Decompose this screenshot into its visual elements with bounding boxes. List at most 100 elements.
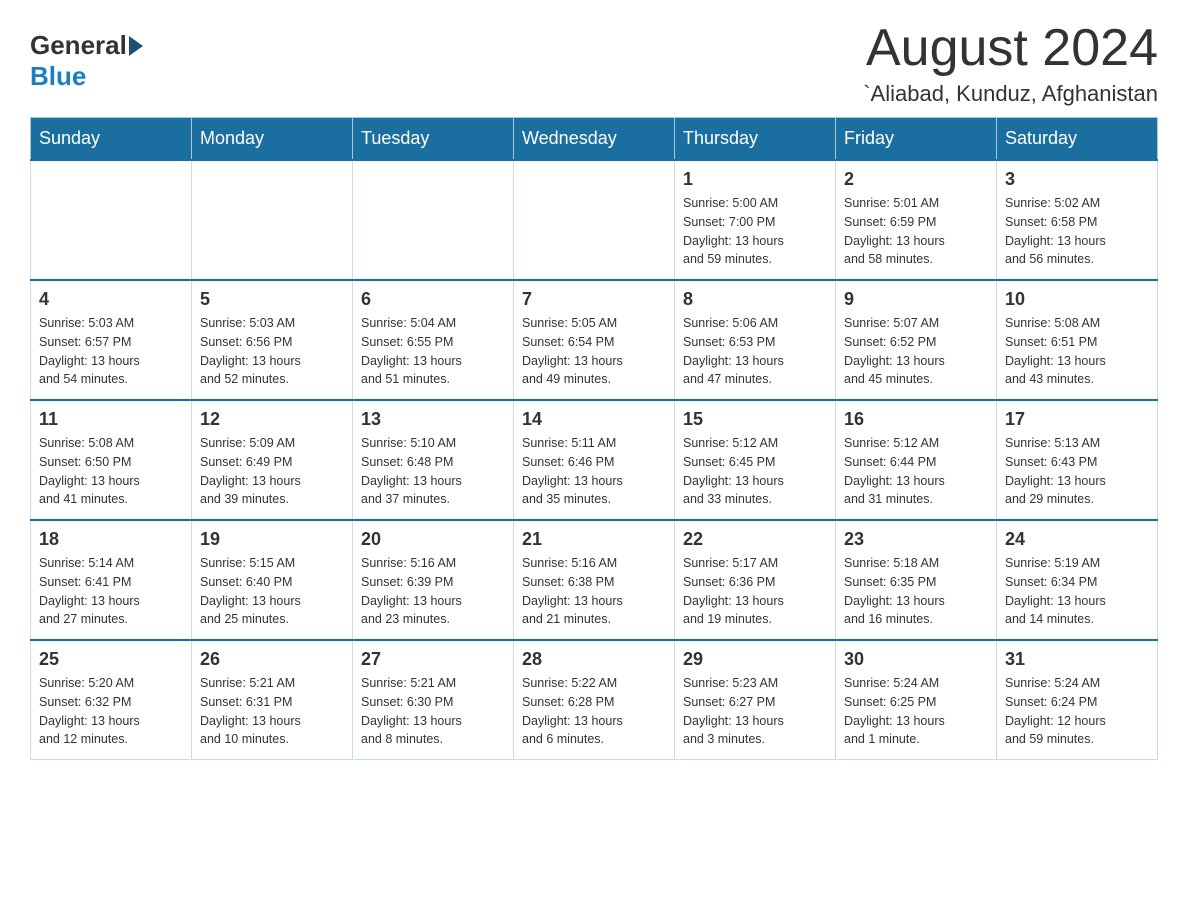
calendar-cell: 8 Sunrise: 5:06 AM Sunset: 6:53 PM Daylig… — [675, 280, 836, 400]
day-number: 31 — [1005, 649, 1149, 670]
day-info: Sunrise: 5:05 AM Sunset: 6:54 PM Dayligh… — [522, 314, 666, 389]
day-number: 9 — [844, 289, 988, 310]
column-header-monday: Monday — [192, 118, 353, 161]
calendar-cell: 6 Sunrise: 5:04 AM Sunset: 6:55 PM Daylig… — [353, 280, 514, 400]
day-number: 22 — [683, 529, 827, 550]
day-number: 3 — [1005, 169, 1149, 190]
day-info: Sunrise: 5:10 AM Sunset: 6:48 PM Dayligh… — [361, 434, 505, 509]
day-info: Sunrise: 5:19 AM Sunset: 6:34 PM Dayligh… — [1005, 554, 1149, 629]
calendar-cell: 26 Sunrise: 5:21 AM Sunset: 6:31 PM Dayli… — [192, 640, 353, 760]
calendar-cell: 29 Sunrise: 5:23 AM Sunset: 6:27 PM Dayli… — [675, 640, 836, 760]
calendar-cell: 27 Sunrise: 5:21 AM Sunset: 6:30 PM Dayli… — [353, 640, 514, 760]
day-number: 25 — [39, 649, 183, 670]
calendar-cell: 3 Sunrise: 5:02 AM Sunset: 6:58 PM Daylig… — [997, 160, 1158, 280]
logo-general-text: General — [30, 30, 127, 61]
day-info: Sunrise: 5:07 AM Sunset: 6:52 PM Dayligh… — [844, 314, 988, 389]
day-info: Sunrise: 5:00 AM Sunset: 7:00 PM Dayligh… — [683, 194, 827, 269]
day-number: 18 — [39, 529, 183, 550]
day-number: 23 — [844, 529, 988, 550]
logo-arrow-icon — [129, 36, 143, 56]
day-info: Sunrise: 5:16 AM Sunset: 6:38 PM Dayligh… — [522, 554, 666, 629]
page-header: General Blue August 2024 `Aliabad, Kundu… — [30, 20, 1158, 107]
day-info: Sunrise: 5:03 AM Sunset: 6:56 PM Dayligh… — [200, 314, 344, 389]
calendar-cell: 30 Sunrise: 5:24 AM Sunset: 6:25 PM Dayli… — [836, 640, 997, 760]
column-header-saturday: Saturday — [997, 118, 1158, 161]
calendar-cell: 1 Sunrise: 5:00 AM Sunset: 7:00 PM Daylig… — [675, 160, 836, 280]
day-info: Sunrise: 5:03 AM Sunset: 6:57 PM Dayligh… — [39, 314, 183, 389]
calendar-cell — [31, 160, 192, 280]
day-number: 5 — [200, 289, 344, 310]
day-info: Sunrise: 5:22 AM Sunset: 6:28 PM Dayligh… — [522, 674, 666, 749]
location-title: `Aliabad, Kunduz, Afghanistan — [863, 81, 1158, 107]
day-number: 20 — [361, 529, 505, 550]
column-header-tuesday: Tuesday — [353, 118, 514, 161]
calendar-week-row: 11 Sunrise: 5:08 AM Sunset: 6:50 PM Dayli… — [31, 400, 1158, 520]
day-info: Sunrise: 5:24 AM Sunset: 6:25 PM Dayligh… — [844, 674, 988, 749]
calendar-header-row: SundayMondayTuesdayWednesdayThursdayFrid… — [31, 118, 1158, 161]
day-number: 24 — [1005, 529, 1149, 550]
column-header-wednesday: Wednesday — [514, 118, 675, 161]
day-info: Sunrise: 5:12 AM Sunset: 6:44 PM Dayligh… — [844, 434, 988, 509]
calendar-cell: 24 Sunrise: 5:19 AM Sunset: 6:34 PM Dayli… — [997, 520, 1158, 640]
day-info: Sunrise: 5:24 AM Sunset: 6:24 PM Dayligh… — [1005, 674, 1149, 749]
logo-blue-text: Blue — [30, 61, 143, 92]
calendar-week-row: 18 Sunrise: 5:14 AM Sunset: 6:41 PM Dayli… — [31, 520, 1158, 640]
day-info: Sunrise: 5:04 AM Sunset: 6:55 PM Dayligh… — [361, 314, 505, 389]
day-info: Sunrise: 5:08 AM Sunset: 6:51 PM Dayligh… — [1005, 314, 1149, 389]
calendar-cell: 15 Sunrise: 5:12 AM Sunset: 6:45 PM Dayli… — [675, 400, 836, 520]
calendar-week-row: 4Sunrise: 5:03 AM Sunset: 6:57 PM Daylig… — [31, 280, 1158, 400]
day-number: 30 — [844, 649, 988, 670]
day-number: 15 — [683, 409, 827, 430]
day-info: Sunrise: 5:11 AM Sunset: 6:46 PM Dayligh… — [522, 434, 666, 509]
day-info: Sunrise: 5:15 AM Sunset: 6:40 PM Dayligh… — [200, 554, 344, 629]
calendar-cell — [514, 160, 675, 280]
column-header-sunday: Sunday — [31, 118, 192, 161]
day-number: 29 — [683, 649, 827, 670]
column-header-friday: Friday — [836, 118, 997, 161]
calendar-cell: 13Sunrise: 5:10 AM Sunset: 6:48 PM Dayli… — [353, 400, 514, 520]
day-info: Sunrise: 5:06 AM Sunset: 6:53 PM Dayligh… — [683, 314, 827, 389]
calendar-cell: 18 Sunrise: 5:14 AM Sunset: 6:41 PM Dayli… — [31, 520, 192, 640]
day-info: Sunrise: 5:09 AM Sunset: 6:49 PM Dayligh… — [200, 434, 344, 509]
day-number: 2 — [844, 169, 988, 190]
day-info: Sunrise: 5:21 AM Sunset: 6:30 PM Dayligh… — [361, 674, 505, 749]
day-number: 8 — [683, 289, 827, 310]
day-number: 6 — [361, 289, 505, 310]
day-number: 7 — [522, 289, 666, 310]
day-number: 12 — [200, 409, 344, 430]
day-info: Sunrise: 5:18 AM Sunset: 6:35 PM Dayligh… — [844, 554, 988, 629]
calendar-cell: 23 Sunrise: 5:18 AM Sunset: 6:35 PM Dayli… — [836, 520, 997, 640]
calendar-cell: 16Sunrise: 5:12 AM Sunset: 6:44 PM Dayli… — [836, 400, 997, 520]
day-info: Sunrise: 5:21 AM Sunset: 6:31 PM Dayligh… — [200, 674, 344, 749]
day-info: Sunrise: 5:08 AM Sunset: 6:50 PM Dayligh… — [39, 434, 183, 509]
day-number: 27 — [361, 649, 505, 670]
day-info: Sunrise: 5:16 AM Sunset: 6:39 PM Dayligh… — [361, 554, 505, 629]
day-number: 28 — [522, 649, 666, 670]
day-number: 14 — [522, 409, 666, 430]
day-info: Sunrise: 5:12 AM Sunset: 6:45 PM Dayligh… — [683, 434, 827, 509]
day-info: Sunrise: 5:20 AM Sunset: 6:32 PM Dayligh… — [39, 674, 183, 749]
calendar-cell: 12 Sunrise: 5:09 AM Sunset: 6:49 PM Dayli… — [192, 400, 353, 520]
day-number: 21 — [522, 529, 666, 550]
day-info: Sunrise: 5:02 AM Sunset: 6:58 PM Dayligh… — [1005, 194, 1149, 269]
calendar-cell: 31 Sunrise: 5:24 AM Sunset: 6:24 PM Dayli… — [997, 640, 1158, 760]
calendar-cell: 5 Sunrise: 5:03 AM Sunset: 6:56 PM Daylig… — [192, 280, 353, 400]
day-info: Sunrise: 5:23 AM Sunset: 6:27 PM Dayligh… — [683, 674, 827, 749]
calendar-cell: 20 Sunrise: 5:16 AM Sunset: 6:39 PM Dayli… — [353, 520, 514, 640]
calendar-cell: 21 Sunrise: 5:16 AM Sunset: 6:38 PM Dayli… — [514, 520, 675, 640]
day-info: Sunrise: 5:01 AM Sunset: 6:59 PM Dayligh… — [844, 194, 988, 269]
day-info: Sunrise: 5:14 AM Sunset: 6:41 PM Dayligh… — [39, 554, 183, 629]
calendar-week-row: 1 Sunrise: 5:00 AM Sunset: 7:00 PM Daylig… — [31, 160, 1158, 280]
calendar-cell — [192, 160, 353, 280]
calendar-cell — [353, 160, 514, 280]
calendar-cell: 7 Sunrise: 5:05 AM Sunset: 6:54 PM Daylig… — [514, 280, 675, 400]
calendar-cell: 4Sunrise: 5:03 AM Sunset: 6:57 PM Daylig… — [31, 280, 192, 400]
calendar-table: SundayMondayTuesdayWednesdayThursdayFrid… — [30, 117, 1158, 760]
day-number: 26 — [200, 649, 344, 670]
day-info: Sunrise: 5:17 AM Sunset: 6:36 PM Dayligh… — [683, 554, 827, 629]
day-number: 10 — [1005, 289, 1149, 310]
day-number: 1 — [683, 169, 827, 190]
title-block: August 2024 `Aliabad, Kunduz, Afghanista… — [863, 20, 1158, 107]
day-number: 11 — [39, 409, 183, 430]
calendar-cell: 17Sunrise: 5:13 AM Sunset: 6:43 PM Dayli… — [997, 400, 1158, 520]
